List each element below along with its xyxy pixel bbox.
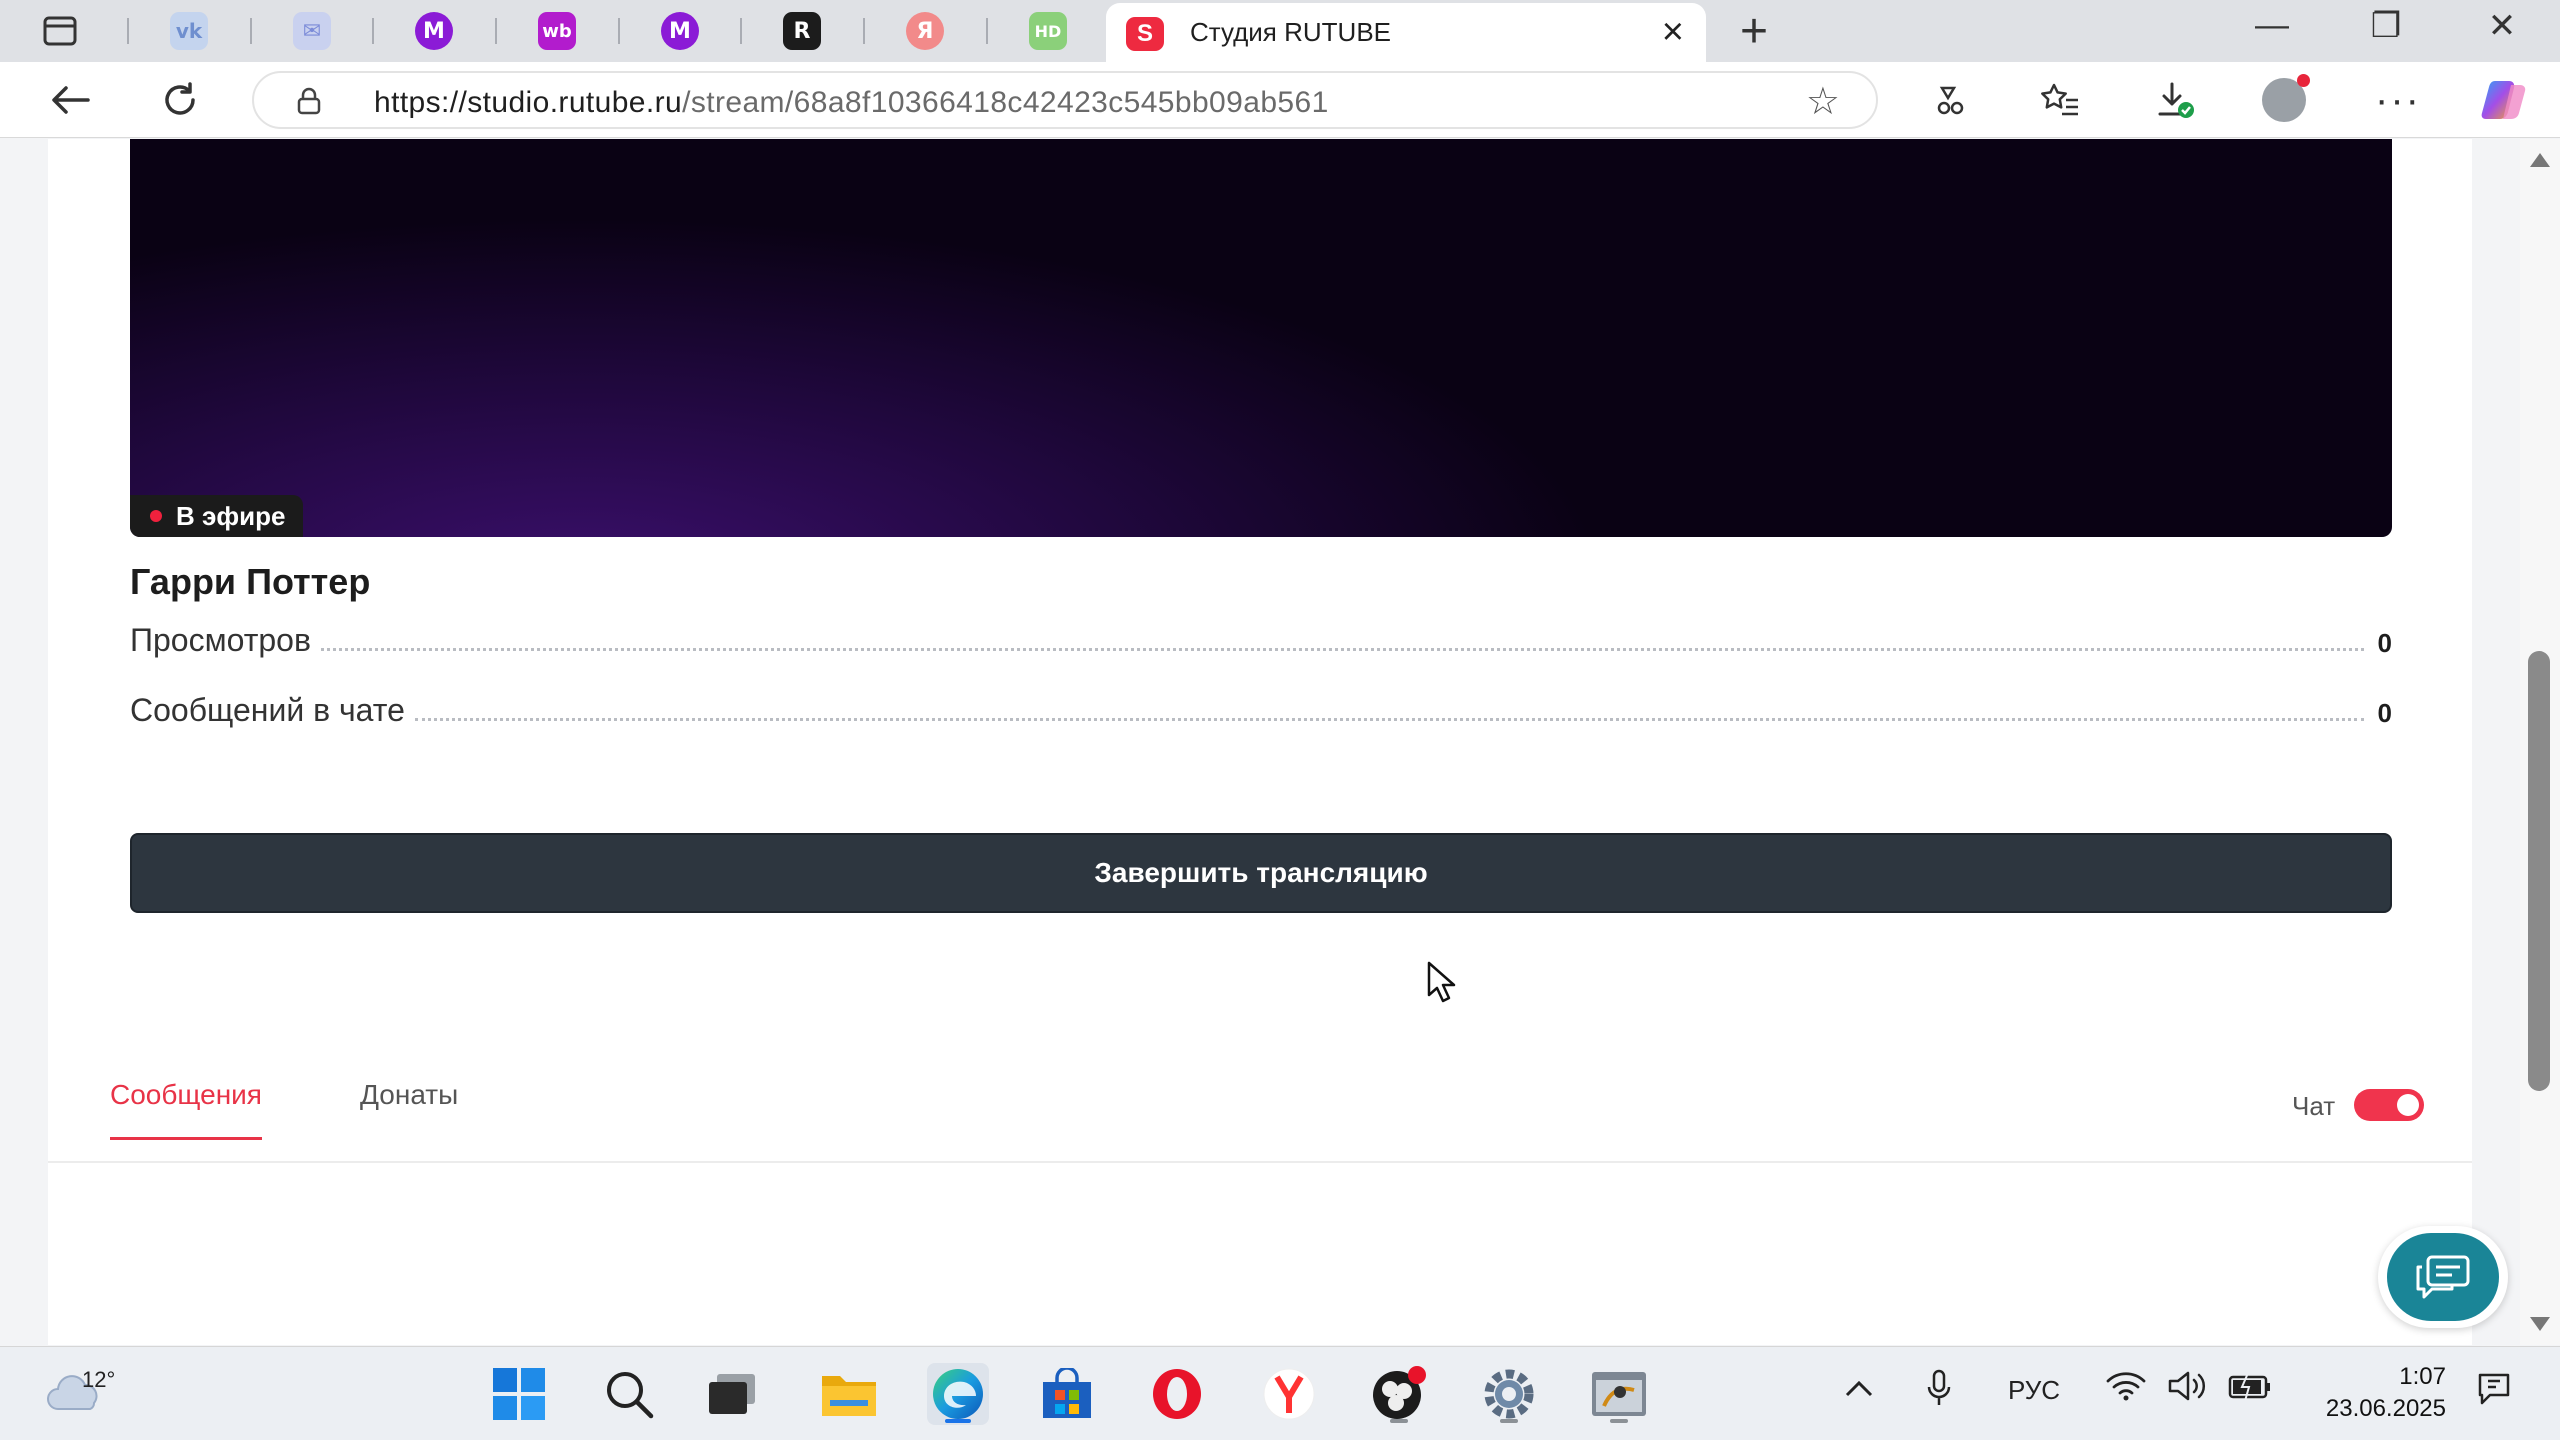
chat-bubble-icon [2387, 1233, 2499, 1321]
mail-icon: ✉ [293, 12, 331, 50]
chat-tabs: Сообщения Донаты Чат [48, 1033, 2472, 1163]
read-aloud-icon[interactable] [1922, 72, 1978, 128]
yandex-browser-icon[interactable] [1258, 1363, 1320, 1425]
obs-studio-icon[interactable] [1368, 1363, 1430, 1425]
notifications-icon[interactable] [2476, 1371, 2512, 1412]
task-view-icon[interactable] [702, 1363, 764, 1425]
opera-icon[interactable] [1146, 1363, 1208, 1425]
reload-icon[interactable] [152, 74, 208, 126]
system-clock[interactable]: 1:07 23.06.2025 [2306, 1361, 2446, 1425]
microsoft-store-icon[interactable] [1036, 1363, 1098, 1425]
app-window-icon[interactable] [1588, 1363, 1650, 1425]
wb-icon: wb [538, 12, 576, 50]
favorites-icon[interactable] [2032, 72, 2088, 128]
clock-date: 23.06.2025 [2325, 1395, 2446, 1422]
rutube-studio-icon: S [1126, 17, 1164, 51]
settings-icon[interactable] [1478, 1363, 1540, 1425]
chat-toggle-label: Чат [2292, 1091, 2336, 1121]
lock-icon[interactable] [296, 87, 322, 115]
tab-title: Студия RUTUBE [1190, 17, 1392, 47]
tab-donations[interactable]: Донаты [360, 1079, 458, 1137]
chat-messages-label: Сообщений в чате [130, 692, 405, 728]
m-icon: M [661, 12, 699, 50]
tab-rutube-studio[interactable]: S Студия RUTUBE × [1106, 3, 1706, 62]
tab-m-2[interactable]: M [656, 8, 704, 54]
language-indicator[interactable]: РУС [2008, 1375, 2060, 1406]
end-stream-button[interactable]: Завершить трансляцию [130, 833, 2392, 913]
tab-wb[interactable]: wb [533, 8, 581, 54]
chat-messages-value: 0 [2377, 698, 2392, 728]
support-chat-button[interactable] [2378, 1226, 2508, 1328]
yandex-icon: Я [906, 12, 944, 50]
stat-row-chat-messages: Сообщений в чате 0 [130, 689, 2392, 729]
restore-icon[interactable]: ❐ [2356, 6, 2416, 46]
chat-toggle[interactable] [2354, 1089, 2424, 1121]
favorite-star-icon[interactable]: ☆ [1806, 79, 1840, 124]
address-bar[interactable]: https://studio.rutube.ru/stream/68a8f103… [252, 71, 1878, 129]
tab-actions-icon[interactable] [36, 8, 84, 54]
live-badge-label: В эфире [176, 500, 286, 531]
minimize-icon[interactable]: — [2242, 6, 2302, 45]
clock-time: 1:07 [2399, 1363, 2446, 1390]
dotted-leader [320, 648, 2364, 651]
views-label: Просмотров [130, 622, 311, 658]
wifi-icon[interactable] [2106, 1371, 2146, 1408]
show-hidden-icons-icon[interactable] [1844, 1375, 1874, 1406]
vk-icon: vk [170, 12, 208, 50]
tab-m-1[interactable]: M [410, 8, 458, 54]
scrollbar-thumb[interactable] [2528, 651, 2550, 1091]
microphone-icon[interactable] [1926, 1369, 1952, 1414]
running-indicator [1500, 1419, 1518, 1423]
tab-r[interactable]: R [778, 8, 826, 54]
browser-tab-strip: vk ✉ M wb M R Я HD S Студия RUTUBE × + —… [0, 0, 2560, 62]
stream-title: Гарри Поттер [130, 561, 371, 602]
m-icon: M [415, 12, 453, 50]
url-text[interactable]: https://studio.rutube.ru/stream/68a8f103… [374, 86, 1329, 120]
tab-messages[interactable]: Сообщения [110, 1079, 262, 1140]
page-viewport: В эфире Гарри Поттер Просмотров 0 Сообще… [0, 139, 2520, 1345]
live-dot-icon [150, 510, 162, 522]
edge-browser-icon[interactable] [927, 1363, 989, 1425]
dotted-leader [414, 718, 2364, 721]
volume-icon[interactable] [2166, 1369, 2210, 1410]
running-indicator [945, 1419, 971, 1423]
mouse-cursor-icon [1427, 961, 1456, 1003]
start-icon[interactable] [488, 1363, 550, 1425]
back-icon[interactable] [42, 74, 98, 126]
search-icon[interactable] [598, 1363, 660, 1425]
views-value: 0 [2377, 628, 2392, 658]
close-window-icon[interactable]: ✕ [2472, 6, 2532, 46]
close-tab-icon[interactable]: × [1662, 11, 1684, 54]
running-indicator [1610, 1419, 1628, 1423]
toggle-knob [2397, 1094, 2419, 1116]
browser-toolbar: https://studio.rutube.ru/stream/68a8f103… [0, 62, 2560, 138]
live-badge: В эфире [130, 495, 304, 537]
scroll-up-icon[interactable] [2530, 153, 2550, 167]
tab-mail[interactable]: ✉ [288, 8, 336, 54]
more-options-icon[interactable]: ··· [2370, 72, 2426, 128]
chat-card: Сообщения Донаты Чат [48, 1033, 2472, 1345]
stat-row-views: Просмотров 0 [130, 619, 2392, 659]
profile-avatar[interactable] [2256, 72, 2312, 128]
stream-player[interactable]: В эфире [130, 139, 2392, 537]
tab-vk[interactable]: vk [165, 8, 213, 54]
stream-card: В эфире Гарри Поттер Просмотров 0 Сообще… [48, 139, 2472, 1111]
r-icon: R [783, 12, 821, 50]
running-indicator [1390, 1419, 1408, 1423]
page-scrollbar[interactable] [2520, 139, 2560, 1345]
tab-yandex[interactable]: Я [901, 8, 949, 54]
avatar [2262, 74, 2310, 122]
new-tab-icon[interactable]: + [1740, 4, 1768, 59]
scroll-down-icon[interactable] [2530, 1317, 2550, 1331]
hd-icon: HD [1029, 12, 1067, 50]
downloads-icon[interactable] [2148, 72, 2204, 128]
windows-taskbar: 12° РУС 1:07 23.06.2025 [0, 1346, 2560, 1440]
file-explorer-icon[interactable] [818, 1363, 880, 1425]
battery-icon[interactable] [2228, 1372, 2272, 1408]
weather-temperature[interactable]: 12° [82, 1367, 115, 1393]
copilot-icon[interactable] [2476, 72, 2532, 128]
tab-hd[interactable]: HD [1024, 8, 1072, 54]
